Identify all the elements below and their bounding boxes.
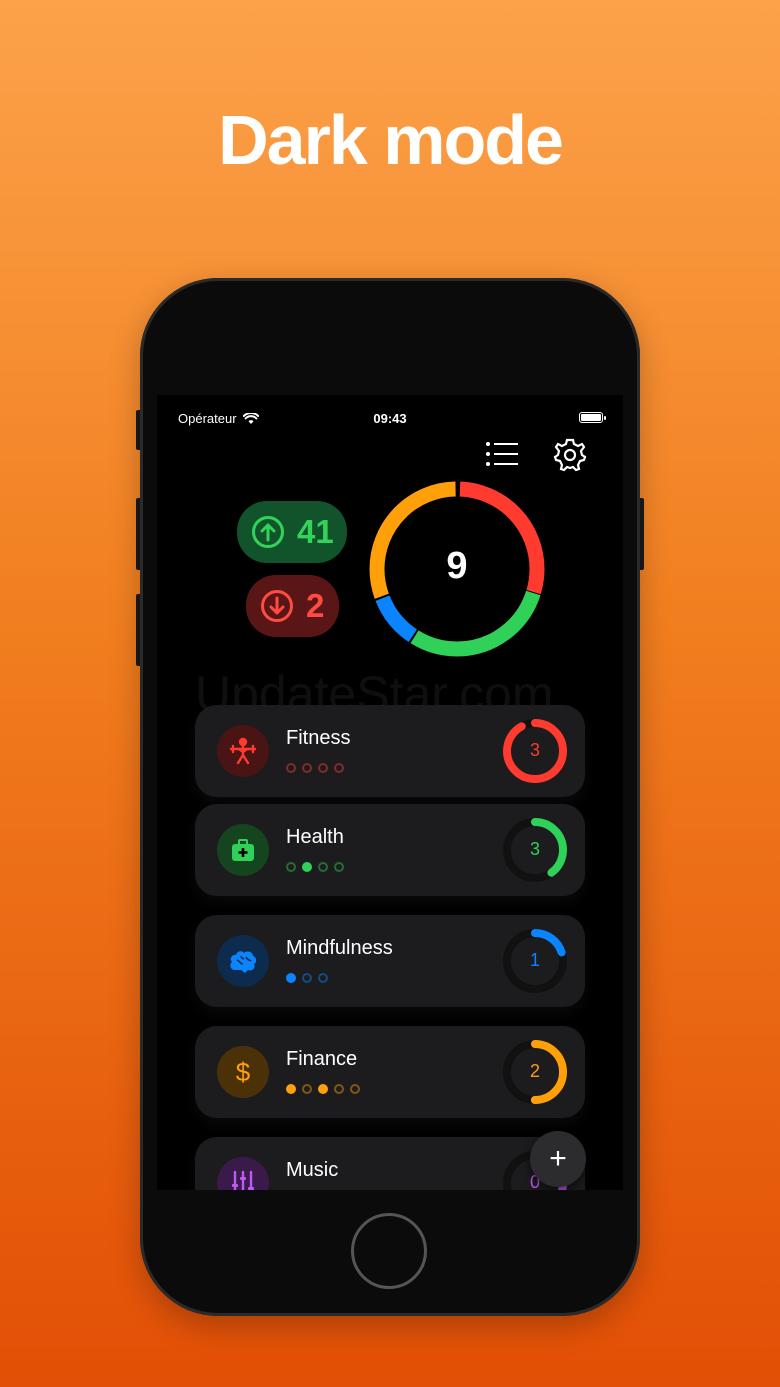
category-title: Music [286, 1159, 339, 1181]
app-screen: Opérateur 09:43 41 2 9 UpdateStar.com Fi… [157, 395, 623, 1190]
category-count: 1 [529, 950, 540, 970]
streak-dots [286, 973, 328, 983]
category-icon [217, 1157, 269, 1190]
category-card-finance[interactable]: $ Finance 2 [195, 1026, 585, 1118]
category-icon [217, 935, 269, 987]
category-icon [217, 725, 269, 777]
streak-dots [286, 1084, 360, 1094]
missed-count-badge: 2 [246, 575, 339, 637]
category-title: Health [286, 826, 344, 848]
streak-dot [334, 862, 344, 872]
arrow-down-circle-icon [261, 590, 293, 622]
gear-icon[interactable] [552, 437, 588, 473]
headline: Dark mode [218, 101, 564, 179]
category-progress-ring: 2 [499, 1036, 571, 1108]
status-time: 09:43 [373, 411, 407, 426]
up-count: 41 [297, 513, 334, 550]
category-progress-ring: 1 [499, 925, 571, 997]
home-button[interactable] [351, 1213, 427, 1289]
streak-dot [286, 763, 296, 773]
streak-dot [302, 763, 312, 773]
list-icon[interactable] [485, 440, 519, 468]
streak-dots [286, 763, 344, 773]
streak-dot [286, 973, 296, 983]
down-count: 2 [306, 587, 325, 624]
overall-progress-ring: 9 [367, 479, 547, 659]
category-card-health[interactable]: Health 3 [195, 804, 585, 896]
streak-dot [286, 862, 296, 872]
streak-dot [302, 973, 312, 983]
category-title: Fitness [286, 727, 351, 749]
streak-dot [318, 1084, 328, 1094]
svg-text:$: $ [236, 1057, 251, 1087]
streak-dot [302, 1084, 312, 1094]
add-button[interactable]: + [530, 1131, 586, 1187]
category-icon: $ [217, 1046, 269, 1098]
streak-dot [286, 1084, 296, 1094]
streak-dot [334, 763, 344, 773]
ring-total: 9 [446, 545, 468, 587]
category-title: Mindfulness [286, 937, 393, 959]
streak-dot [318, 973, 328, 983]
category-title: Finance [286, 1048, 358, 1070]
streak-dot [318, 763, 328, 773]
streak-dot [350, 1084, 360, 1094]
arrow-up-circle-icon [252, 516, 284, 548]
streak-dot [302, 862, 312, 872]
streak-dot [318, 862, 328, 872]
category-count: 3 [529, 839, 540, 859]
category-card-fitness[interactable]: Fitness 3 [195, 705, 585, 797]
category-icon [217, 824, 269, 876]
category-count: 3 [529, 740, 540, 760]
category-card-music[interactable]: Music 0 [195, 1137, 585, 1190]
status-bar: Opérateur 09:43 [157, 407, 623, 427]
streak-dot [334, 1084, 344, 1094]
category-count: 2 [529, 1061, 540, 1081]
streak-dots [286, 862, 344, 872]
category-progress-ring: 3 [499, 715, 571, 787]
category-card-mindfulness[interactable]: Mindfulness 1 [195, 915, 585, 1007]
completed-count-badge: 41 [237, 501, 347, 563]
battery-icon [579, 412, 606, 423]
category-progress-ring: 3 [499, 814, 571, 886]
